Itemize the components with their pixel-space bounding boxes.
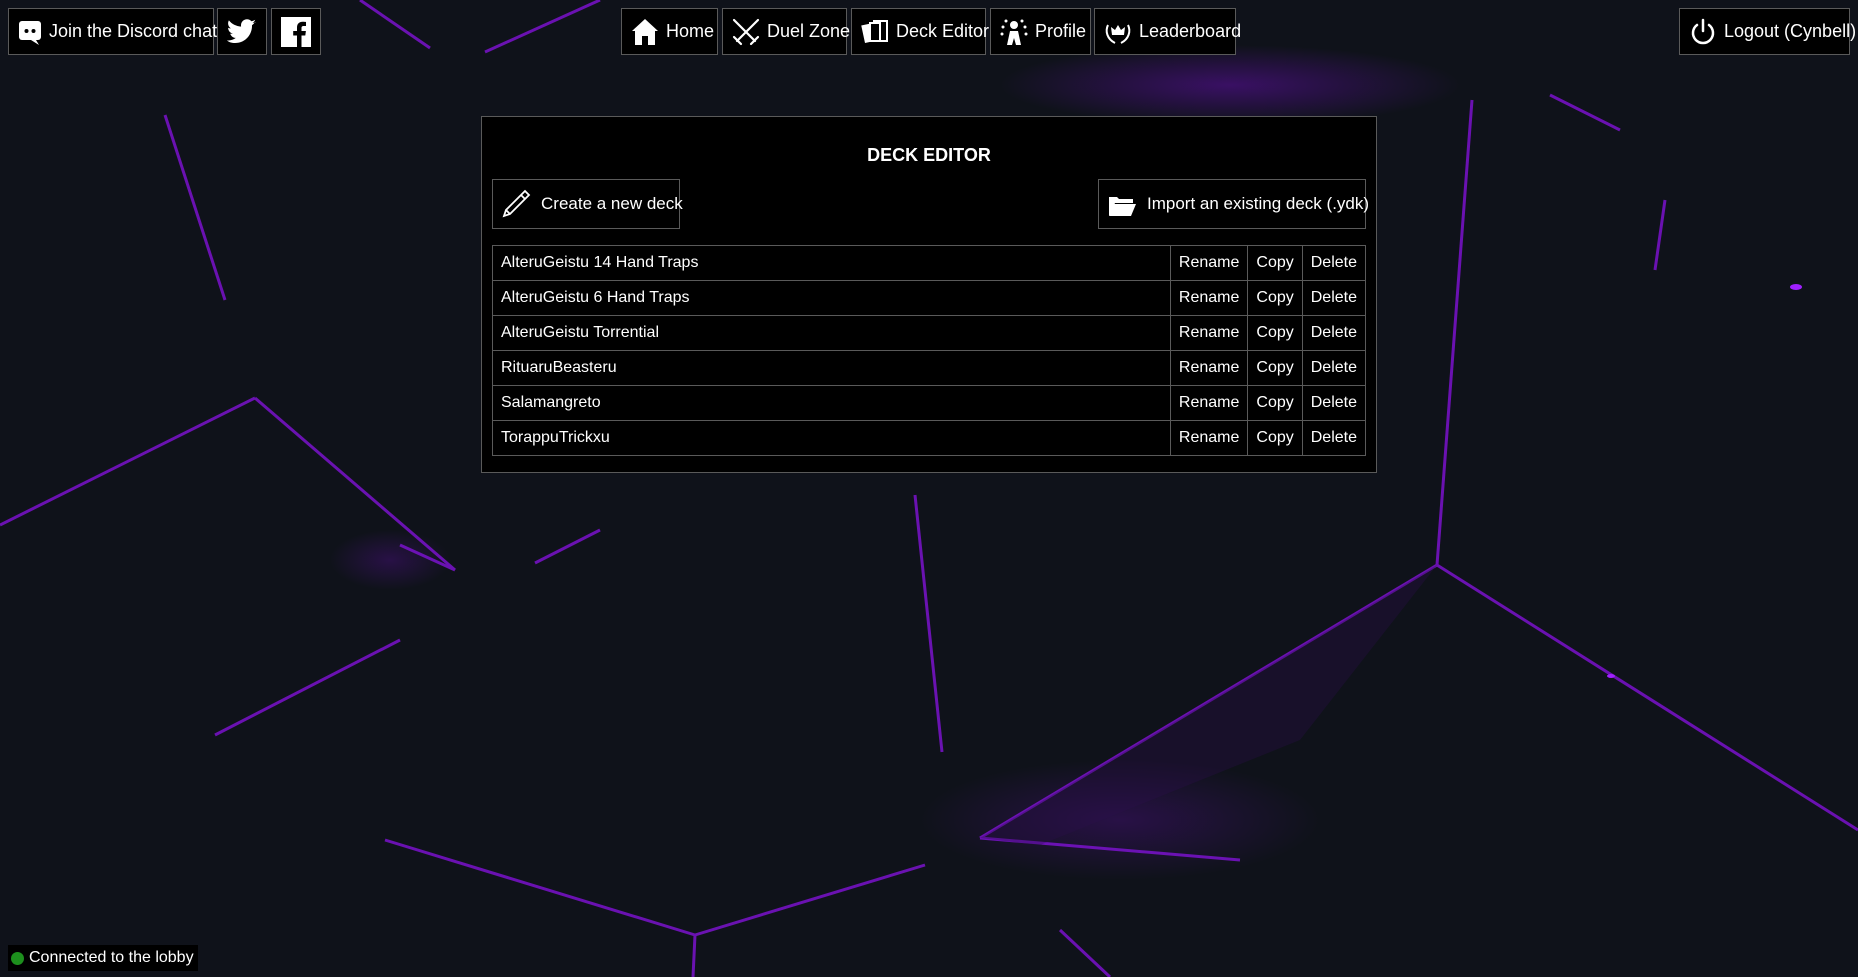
twitter-button[interactable] xyxy=(217,8,267,55)
rename-button[interactable]: Rename xyxy=(1169,385,1249,421)
nav-deck-editor-label: Deck Editor xyxy=(896,21,990,41)
delete-button[interactable]: Delete xyxy=(1301,350,1367,386)
crown-laurel-icon xyxy=(1103,17,1133,47)
copy-button[interactable]: Copy xyxy=(1247,420,1303,456)
deck-row: AlteruGeistu 6 Hand Traps Rename Copy De… xyxy=(492,280,1367,316)
deck-name[interactable]: AlteruGeistu Torrential xyxy=(492,315,1171,351)
facebook-button[interactable] xyxy=(271,8,321,55)
deck-list: AlteruGeistu 14 Hand Traps Rename Copy D… xyxy=(492,245,1367,456)
create-deck-label: Create a new deck xyxy=(541,194,683,213)
delete-button[interactable]: Delete xyxy=(1301,420,1367,456)
deck-row: TorappuTrickxu Rename Copy Delete xyxy=(492,420,1367,456)
deck-name[interactable]: RituaruBeasteru xyxy=(492,350,1171,386)
profile-icon xyxy=(999,17,1029,47)
deck-row: RituaruBeasteru Rename Copy Delete xyxy=(492,350,1367,386)
logout-label: Logout (Cynbell) xyxy=(1724,21,1857,41)
delete-button[interactable]: Delete xyxy=(1301,385,1367,421)
rename-button[interactable]: Rename xyxy=(1169,350,1249,386)
page-title: DECK EDITOR xyxy=(867,145,991,165)
nav-duel-zone-label: Duel Zone xyxy=(767,21,851,41)
deck-name[interactable]: Salamangreto xyxy=(492,385,1171,421)
status-text: Connected to the lobby xyxy=(29,949,194,966)
copy-button[interactable]: Copy xyxy=(1247,315,1303,351)
deck-row: AlteruGeistu Torrential Rename Copy Dele… xyxy=(492,315,1367,351)
delete-button[interactable]: Delete xyxy=(1301,245,1367,281)
deck-name[interactable]: TorappuTrickxu xyxy=(492,420,1171,456)
nav-home-label: Home xyxy=(666,21,715,41)
nav-home[interactable]: Home xyxy=(621,8,718,55)
cards-icon xyxy=(860,17,890,47)
deck-row: Salamangreto Rename Copy Delete xyxy=(492,385,1367,421)
power-icon xyxy=(1688,17,1718,47)
deck-editor-panel: DECK EDITOR Create a new deck Import an … xyxy=(481,116,1377,473)
rename-button[interactable]: Rename xyxy=(1169,245,1249,281)
discord-button[interactable]: Join the Discord chat xyxy=(8,8,218,55)
nav-leaderboard[interactable]: Leaderboard xyxy=(1094,8,1241,55)
nav-duel-zone[interactable]: Duel Zone xyxy=(722,8,851,55)
import-deck-label: Import an existing deck (.ydk) xyxy=(1147,194,1370,213)
connection-status: Connected to the lobby xyxy=(8,945,198,971)
discord-label: Join the Discord chat xyxy=(49,21,218,41)
nav-profile-label: Profile xyxy=(1035,21,1087,41)
status-indicator-icon xyxy=(11,951,24,965)
copy-button[interactable]: Copy xyxy=(1247,350,1303,386)
rename-button[interactable]: Rename xyxy=(1169,420,1249,456)
create-deck-button[interactable]: Create a new deck xyxy=(492,179,683,229)
copy-button[interactable]: Copy xyxy=(1247,245,1303,281)
nav-profile[interactable]: Profile xyxy=(990,8,1091,55)
twitter-icon xyxy=(227,17,257,47)
delete-button[interactable]: Delete xyxy=(1301,315,1367,351)
facebook-icon xyxy=(281,16,311,47)
home-icon xyxy=(630,17,660,47)
deck-name[interactable]: AlteruGeistu 6 Hand Traps xyxy=(492,280,1171,316)
crossed-swords-icon xyxy=(731,17,761,47)
delete-button[interactable]: Delete xyxy=(1301,280,1367,316)
deck-row: AlteruGeistu 14 Hand Traps Rename Copy D… xyxy=(492,245,1367,281)
deck-name[interactable]: AlteruGeistu 14 Hand Traps xyxy=(492,245,1171,281)
folder-open-icon xyxy=(1107,189,1137,219)
rename-button[interactable]: Rename xyxy=(1169,315,1249,351)
copy-button[interactable]: Copy xyxy=(1247,385,1303,421)
rename-button[interactable]: Rename xyxy=(1169,280,1249,316)
discord-icon xyxy=(17,17,43,47)
import-deck-button[interactable]: Import an existing deck (.ydk) xyxy=(1098,179,1370,229)
nav-leaderboard-label: Leaderboard xyxy=(1139,21,1242,41)
logout-button[interactable]: Logout (Cynbell) xyxy=(1679,8,1856,55)
nav-deck-editor[interactable]: Deck Editor xyxy=(851,8,990,55)
copy-button[interactable]: Copy xyxy=(1247,280,1303,316)
pencil-icon xyxy=(501,189,531,219)
